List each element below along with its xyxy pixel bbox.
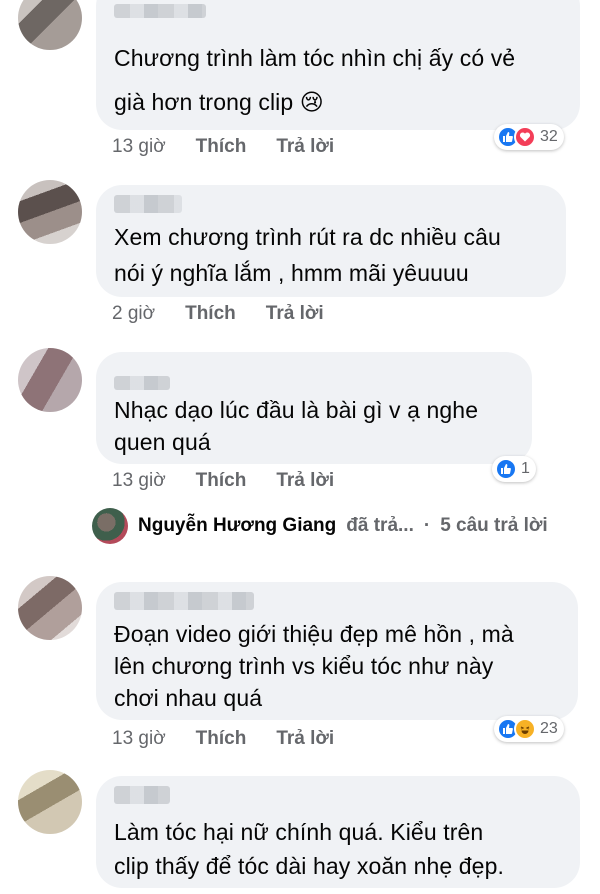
reaction-count: 1 xyxy=(521,460,530,477)
comment-text-line: clip thấy để tóc dài hay xoăn nhẹ đẹp. xyxy=(114,853,504,879)
comment-text-line: Đoạn video giới thiệu đẹp mê hồn , mà xyxy=(114,621,514,647)
reply-button[interactable]: Trả lời xyxy=(276,728,334,750)
separator-dot: · xyxy=(423,515,431,536)
comment-meta: 13 giờ Thích Trả lời xyxy=(112,470,334,492)
comment-text-line: Chương trình làm tóc nhìn chị ấy có vẻ xyxy=(114,45,516,71)
reply-preview: đã trả... xyxy=(346,515,414,536)
reply-button[interactable]: Trả lời xyxy=(276,136,334,158)
commenter-name[interactable] xyxy=(114,592,254,610)
comment-bubble: Đoạn video giới thiệu đẹp mê hồn , mà lê… xyxy=(96,582,578,720)
comment-text-line: Làm tóc hại nữ chính quá. Kiểu trên xyxy=(114,819,484,845)
like-button[interactable]: Thích xyxy=(196,728,247,750)
reaction-count: 32 xyxy=(540,128,558,145)
comment-meta: 13 giờ Thích Trả lời xyxy=(112,136,334,158)
comment-bubble: Nhạc dạo lúc đầu là bài gì v ạ nghe quen… xyxy=(96,352,532,464)
comment-text-line: lên chương trình vs kiểu tóc như này xyxy=(114,653,494,679)
commenter-avatar[interactable] xyxy=(18,348,82,412)
like-icon xyxy=(495,458,517,480)
comment-time[interactable]: 13 giờ xyxy=(112,470,166,492)
comment-text-line: Nhạc dạo lúc đầu là bài gì v ạ nghe xyxy=(114,397,479,423)
love-icon xyxy=(514,126,536,148)
commenter-name[interactable] xyxy=(114,4,206,18)
comment-text-line: nói ý nghĩa lắm , hmm mãi yêuuuu xyxy=(114,260,469,286)
reply-button[interactable]: Trả lời xyxy=(266,303,324,325)
comment-bubble: Làm tóc hại nữ chính quá. Kiểu trên clip… xyxy=(96,776,580,888)
comment-text-line: Xem chương trình rút ra dc nhiều câu xyxy=(114,224,501,250)
like-button[interactable]: Thích xyxy=(196,470,247,492)
comment-time[interactable]: 13 giờ xyxy=(112,136,166,158)
comment-time[interactable]: 2 giờ xyxy=(112,303,155,325)
reaction-summary[interactable]: 32 xyxy=(494,124,564,150)
comment-time[interactable]: 13 giờ xyxy=(112,728,166,750)
commenter-avatar[interactable] xyxy=(18,770,82,834)
like-button[interactable]: Thích xyxy=(196,136,247,158)
haha-icon xyxy=(514,718,536,740)
comment-text-line: già hơn trong clip 😢 xyxy=(114,89,324,115)
reply-author-avatar xyxy=(92,508,128,544)
reply-author-name: Nguyễn Hương Giang xyxy=(138,515,337,536)
comment-text-line: quen quá xyxy=(114,429,211,455)
comment-bubble: Chương trình làm tóc nhìn chị ấy có vẻ g… xyxy=(96,0,580,130)
reaction-summary[interactable]: 1 xyxy=(492,456,536,482)
commenter-avatar[interactable] xyxy=(18,180,82,244)
commenter-name[interactable] xyxy=(114,786,170,804)
comment-meta: 2 giờ Thích Trả lời xyxy=(112,303,324,325)
reaction-summary[interactable]: 23 xyxy=(494,716,564,742)
reply-button[interactable]: Trả lời xyxy=(276,470,334,492)
commenter-name[interactable] xyxy=(114,376,170,390)
comment-text-line: chơi nhau quá xyxy=(114,685,263,711)
comment-bubble: Xem chương trình rút ra dc nhiều câu nói… xyxy=(96,185,566,297)
commenter-avatar[interactable] xyxy=(18,576,82,640)
commenter-name[interactable] xyxy=(114,195,182,213)
commenter-avatar[interactable] xyxy=(18,0,82,50)
view-replies-link[interactable]: Nguyễn Hương Giang đã trả... · 5 câu trả… xyxy=(92,508,548,544)
reply-count: 5 câu trả lời xyxy=(440,515,548,536)
comment-meta: 13 giờ Thích Trả lời xyxy=(112,728,334,750)
like-button[interactable]: Thích xyxy=(185,303,236,325)
reaction-count: 23 xyxy=(540,720,558,737)
